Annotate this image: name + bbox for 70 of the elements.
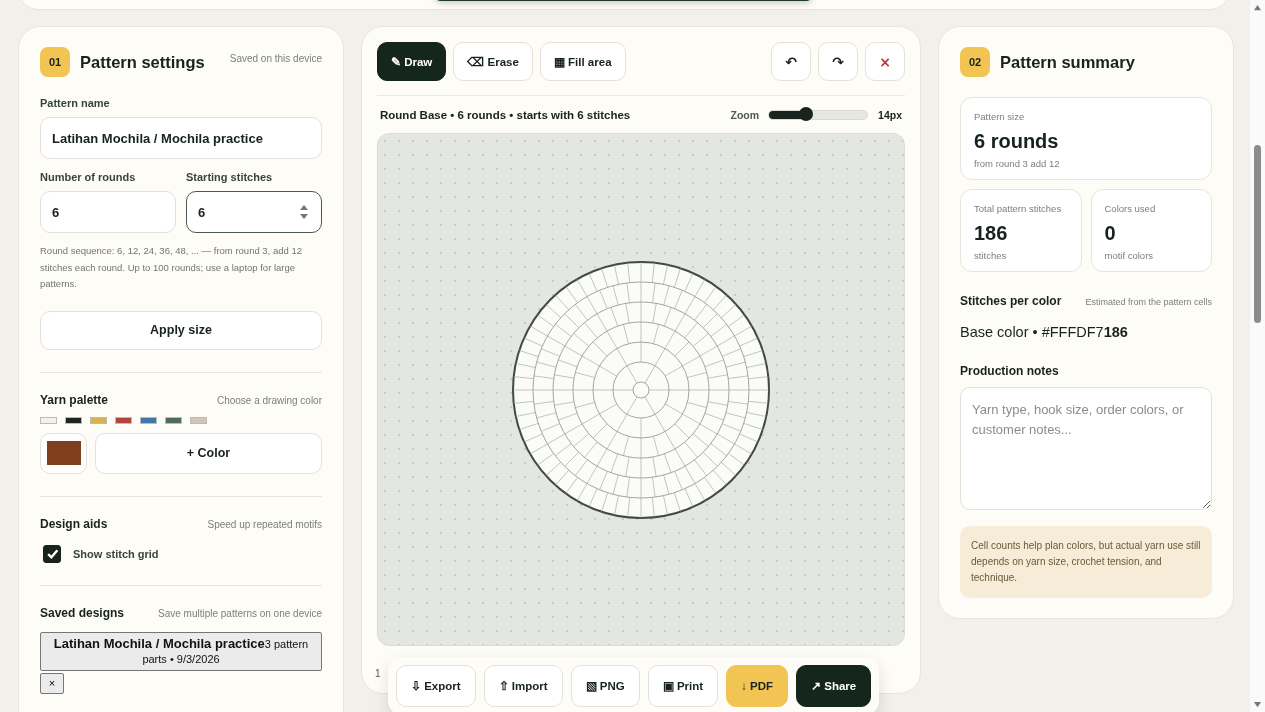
color-swatch[interactable]	[90, 416, 107, 424]
round-pattern-drawing[interactable]	[511, 259, 771, 520]
tip-note: Cell counts help plan colors, but actual yarn use still depends on yarn size, crochet tension, and technique.	[960, 526, 1212, 598]
tool-button[interactable]: ▦ Fill area	[539, 42, 626, 81]
section-note: Estimated from the pattern cells	[1085, 297, 1212, 307]
export-button[interactable]: ⇧ Import	[483, 665, 563, 707]
clear-button[interactable]: ×	[865, 42, 905, 81]
section-title: Saved designs	[40, 605, 125, 620]
tool-button[interactable]: ⌫ Erase	[453, 42, 533, 81]
section-title: Design aids	[40, 516, 108, 531]
save-note: Saved on this device	[229, 53, 322, 64]
stitches-field[interactable]: 6	[186, 191, 322, 233]
step-badge: 02	[960, 47, 990, 77]
panel-title: Pattern settings	[80, 52, 205, 72]
stat-caption: from round 3 add 12	[974, 158, 1061, 169]
color-swatch[interactable]	[65, 416, 82, 424]
stat-value: 6 rounds	[974, 130, 1060, 153]
stat-label: Colors used	[1104, 203, 1157, 214]
pattern-name-field[interactable]: Latihan Mochila / Mochila practice	[40, 117, 322, 159]
export-button[interactable]: ▣ Print	[647, 665, 719, 707]
pattern-info: Round Base • 6 rounds • starts with 6 stitches	[380, 109, 631, 121]
delete-button[interactable]: ×	[40, 672, 64, 694]
slider-thumb[interactable]	[799, 107, 814, 121]
color-swatch[interactable]	[165, 416, 182, 424]
stat-caption: motif colors	[1104, 250, 1155, 261]
scrollbar-thumb[interactable]	[1254, 145, 1261, 323]
stat-value: 186	[974, 222, 1009, 245]
add-color-button[interactable]: + Color	[95, 432, 322, 474]
section-note: Choose a drawing color	[216, 394, 322, 406]
canvas-footnote: 1	[375, 668, 381, 679]
color-swatch[interactable]	[190, 416, 207, 424]
stat-label: Total pattern stitches	[974, 203, 1063, 214]
pdf-button[interactable]: ↓ PDF	[726, 665, 789, 707]
zoom-reading: 14px	[878, 109, 902, 121]
scroll-up-icon[interactable]	[1253, 4, 1262, 11]
color-swatch[interactable]	[115, 416, 132, 424]
checkbox[interactable]	[43, 544, 61, 563]
section-note: Speed up repeated motifs	[207, 518, 322, 530]
section-title: Stitches per color	[960, 294, 1062, 308]
zoom-slider[interactable]	[768, 110, 869, 120]
export-button[interactable]: ▧ PNG	[570, 665, 640, 707]
notes-field[interactable]: Yarn type, hook size, order colors, or customer notes...	[960, 387, 1212, 510]
stat-value: 0	[1104, 222, 1117, 245]
help-text: Round sequence: 6, 12, 24, 36, 48, ... — from round 3, add 12 stitches each round. Up to 100 rounds; use a laptop for large patterns.	[40, 244, 303, 291]
apply-size-button[interactable]: Apply size	[40, 310, 322, 350]
color-picker[interactable]	[40, 432, 87, 474]
field-label: Pattern name	[40, 97, 111, 109]
field-label: Starting stitches	[186, 171, 274, 183]
section-title: Yarn palette	[40, 392, 109, 407]
field-label: Number of rounds	[40, 171, 137, 183]
scroll-down-icon[interactable]	[1253, 701, 1262, 708]
zoom-label: Zoom	[730, 109, 760, 121]
color-count: Base color • #FFFDF7186	[960, 324, 1129, 340]
section-title: Production notes	[960, 364, 1060, 378]
saved-design-button[interactable]: Latihan Mochila / Mochila practice3 pattern parts • 9/3/2026	[40, 631, 322, 671]
export-button[interactable]: ⇩ Export	[396, 665, 476, 707]
undo-button[interactable]: ↶	[771, 42, 811, 81]
tool-button[interactable]: ✎ Draw	[377, 42, 447, 81]
section-note: Save multiple patterns on one device	[158, 607, 322, 619]
color-swatch[interactable]	[40, 416, 57, 424]
checkbox-label: Show stitch grid	[73, 547, 159, 560]
step-badge: 01	[40, 47, 70, 77]
redo-button[interactable]: ↷	[818, 42, 858, 81]
stat-label: Pattern size	[974, 111, 1026, 122]
stat-caption: stitches	[974, 250, 1008, 261]
color-swatch[interactable]	[140, 416, 157, 424]
panel-title: Pattern summary	[1000, 52, 1135, 72]
rounds-field[interactable]: 6	[40, 191, 176, 233]
spinner-icon[interactable]	[299, 204, 309, 220]
share-button[interactable]: ↗ Share	[796, 665, 872, 707]
